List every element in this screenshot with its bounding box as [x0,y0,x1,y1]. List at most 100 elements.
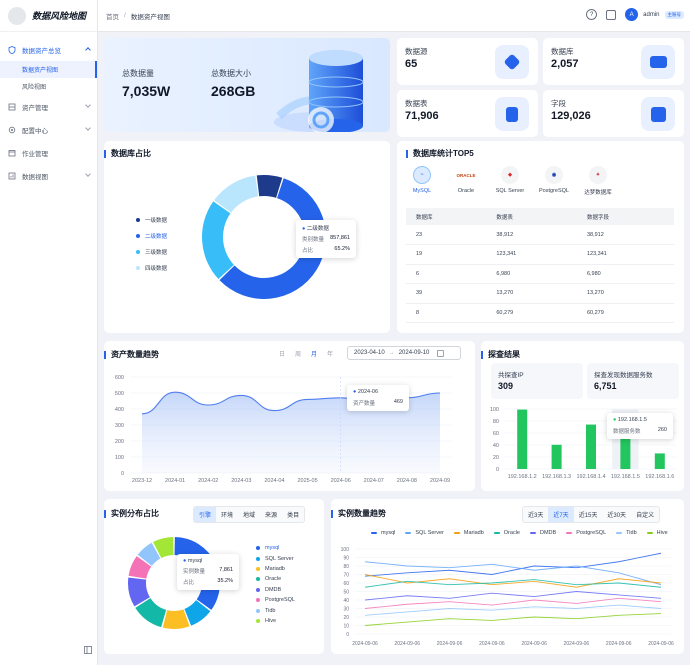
legend-item: Oracle [256,574,295,584]
table-row: 19 123,341 123,341 [406,244,674,265]
tab-mysql[interactable]: ~ MySQL [400,166,444,196]
x-tick-label: 2024-09-06 [394,641,420,647]
date-range-picker[interactable]: 2023-04-10 → 2024-09-10 [347,346,461,360]
x-tick-label: 192.168.1.5 [611,474,640,480]
x-tick-label: 2024-01 [165,478,185,484]
legend-item: Hive [256,616,295,626]
sidebar-item-overview[interactable]: 数据资产总览 [0,38,97,61]
table-icon [495,97,529,131]
calendar-icon [8,149,16,156]
instance-legend: mysql SQL Server Mariadb Oracle DMDB PostgreS… [256,543,295,626]
x-tick-label: 2024-04 [264,478,284,484]
tab-sqlserver[interactable]: ◆ SQL Server [488,166,532,196]
tab-region[interactable]: 地域 [238,507,260,522]
tab-30days[interactable]: 近30天 [602,507,631,522]
y-tick-label: 90 [343,556,349,562]
table-row: 8 60,279 60,279 [406,303,674,323]
probe-card: 探查结果 共探查IP 309 探查发现数据服务数 6,751 0 20 40 60 80… [481,341,684,491]
donut-slice-三级数据 [202,201,234,280]
tab-environment[interactable]: 环境 [216,507,238,522]
x-tick-label: 192.168.1.3 [542,474,571,480]
db-ratio-card: 数据库占比 一级数据 二级数据 三级数据 四级数据 ● 二级数据 类别数量 857… [104,141,390,333]
date-arrow: → [388,350,395,356]
instance-trend-chart: 0 10 20 30 40 50 60 70 80 90 100 2024-09-06 2024-09-… [341,547,674,647]
x-tick-label: 2024-02 [198,478,218,484]
tab-3days[interactable]: 近3天 [523,507,548,522]
tab-7days[interactable]: 近7天 [548,507,574,522]
segment-week[interactable]: 周 [295,349,301,358]
breadcrumb-separator: / [124,12,126,19]
user-name[interactable]: admin [643,12,659,18]
y-tick-label: 50 [343,590,349,596]
avatar[interactable]: A [625,8,639,21]
x-tick-label: 2024-07 [364,478,384,484]
instance-trend-legend: mysql SQL Server Mariadb Oracle DMDB PostgreS… [371,530,668,536]
trend-tooltip: ● 2024-06 资产数量 469 [347,385,409,411]
probe-svc-label: 探查发现数据服务数 [594,372,653,379]
legend-item: PostgreSQL [256,595,295,605]
sidebar-subitem-risk-view[interactable]: 风险视图 [0,78,97,95]
date-start[interactable]: 2023-04-10 [354,350,385,356]
x-tick-label: 192.168.1.2 [508,474,537,480]
donut-slice-Mariadb [162,609,190,629]
y-tick-label: 30 [343,607,349,613]
legend-item: 四级数据 [136,264,167,272]
y-tick-label: 20 [493,455,499,461]
x-tick-label: 2024-09-06 [479,641,505,647]
table-row: 6 6,980 6,980 [406,264,674,284]
role-badge: 主账号 [664,10,684,19]
period-segment: 日 周 月 年 [279,349,333,358]
stat-value: 129,026 [551,110,591,122]
breadcrumb-home[interactable]: 首页 [106,11,119,21]
legend-item: PostgreSQL [566,530,606,536]
segment-year[interactable]: 年 [327,349,333,358]
tab-custom[interactable]: 自定义 [631,507,659,522]
segment-day[interactable]: 日 [279,349,285,358]
logo: 数据风险地图 [0,0,97,32]
tab-engine[interactable]: 引擎 [194,507,217,522]
asset-trend-card: 资产数量趋势 0 100 200 300 400 500 600 2023-12 2024-01… [104,341,475,491]
stat-card-database: 数据库 2,057 [543,38,684,85]
sidebar-item-label: 数据视图 [22,173,48,181]
y-tick-label: 600 [115,375,124,381]
chevron-up-icon [85,47,91,53]
sidebar-item-data-view[interactable]: 数据视图 [0,164,97,187]
sidebar-item-jobs[interactable]: 作业管理 [0,141,97,164]
tab-category[interactable]: 类目 [282,507,304,522]
sidebar-item-label: 数据资产总览 [22,47,61,55]
segment-month[interactable]: 月 [311,349,317,358]
tab-15days[interactable]: 近15天 [574,507,603,522]
y-tick-label: 200 [115,439,124,445]
legend-item: DMDB [256,585,295,595]
stat-label: 数据表 [405,99,428,108]
sidebar-subitem-asset-view[interactable]: 数据资产视图 [0,61,97,78]
stat-card-datasource: 数据源 65 [397,38,538,85]
grid-icon [8,103,16,110]
gear-icon [8,126,16,133]
stat-label: 数据库 [551,47,574,56]
card-title: 数据库统计TOP5 [397,148,474,159]
y-tick-label: 100 [115,455,124,461]
tab-source[interactable]: 来源 [260,507,282,522]
probe-svc-value: 6,751 [594,381,617,391]
date-end[interactable]: 2024-09-10 [399,350,430,356]
legend-item: SQL Server [405,530,444,536]
probe-svc-box: 探查发现数据服务数 6,751 [587,363,679,399]
legend-item: Hive [646,530,668,536]
calendar-icon[interactable] [437,349,445,357]
collapse-sidebar-icon[interactable] [84,646,92,654]
series-line-Hive [364,613,662,626]
tab-postgresql[interactable]: ◉ PostgreSQL [532,166,576,196]
bar [586,424,596,469]
y-tick-label: 60 [493,431,499,437]
sidebar-item-config[interactable]: 配置中心 [0,118,97,141]
database-icon [641,45,675,79]
legend-item: Tidb [616,530,637,536]
bar [620,439,631,469]
calendar-icon[interactable] [606,9,617,20]
y-tick-label: 70 [343,573,349,579]
sidebar-item-asset-mgmt[interactable]: 资产管理 [0,95,97,118]
tab-oracle[interactable]: ORACLE Oracle [444,166,488,196]
help-icon[interactable]: ? [586,9,598,20]
tab-dameng[interactable]: ✦ 达梦数据库 [576,166,620,196]
